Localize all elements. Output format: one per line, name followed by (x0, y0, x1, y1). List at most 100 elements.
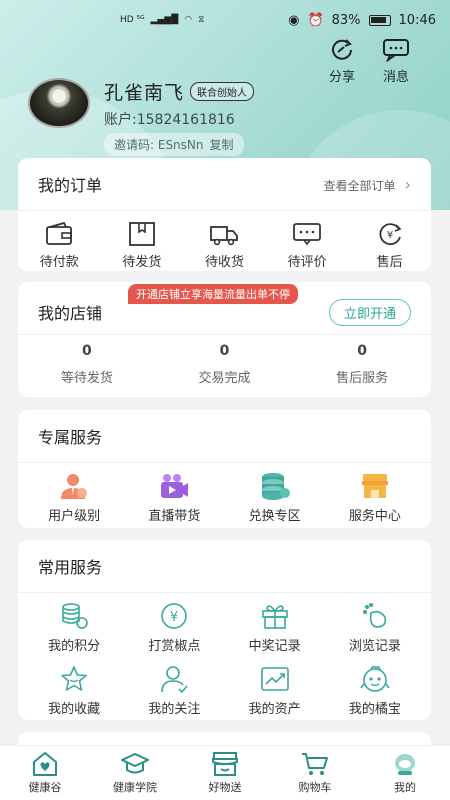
star-icon (61, 666, 87, 691)
coins-stack-icon (261, 473, 290, 500)
common-my-points[interactable]: 我的积分 (24, 601, 124, 654)
stat-value: 0 (81, 343, 92, 359)
cart-icon (302, 753, 328, 775)
common-my-favorites[interactable]: 我的收藏 (24, 664, 124, 717)
common-label: 我的积分 (48, 639, 101, 654)
stat-after-sales[interactable]: 0 售后服务 (307, 343, 417, 386)
nav-label: 我的 (394, 781, 416, 794)
common-label: 我的资产 (248, 702, 301, 717)
common-my-assets[interactable]: 我的资产 (225, 664, 325, 717)
signal-indicators: HD ⁵ᴳ ▂▄▆█ ◠ ⧖ (120, 15, 204, 25)
order-after-sales[interactable]: ¥ 售后 (355, 221, 425, 270)
shop-card: 开通店铺立享海量流量出单不停 我的店铺 立即开通 0 等待发货 0 交易完成 0… (18, 282, 431, 397)
stat-completed[interactable]: 0 交易完成 (169, 343, 279, 386)
order-pending-review[interactable]: 待评价 (272, 221, 342, 270)
message-button[interactable]: 消息 (382, 38, 410, 85)
order-pending-payment[interactable]: 待付款 (24, 221, 94, 270)
mascot-icon (360, 665, 390, 692)
share-label: 分享 (328, 70, 355, 85)
hourglass-icon: ⧖ (198, 15, 205, 25)
gift-icon (261, 605, 288, 629)
service-user-level[interactable]: 用户级别 (24, 471, 124, 524)
stat-value: 0 (357, 343, 368, 359)
common-label: 打赏椒点 (148, 639, 201, 654)
role-badge: 联合创始人 (190, 82, 255, 101)
avatar[interactable] (28, 78, 90, 128)
exclusive-title: 专属服务 (38, 428, 103, 447)
service-label: 用户级别 (48, 509, 101, 524)
service-exchange-zone[interactable]: 兑换专区 (225, 471, 325, 524)
user-level-icon (61, 474, 88, 499)
svg-text:¥: ¥ (170, 610, 178, 625)
invite-code: 邀请码: ESnsNn 复制 (104, 133, 244, 156)
refund-icon: ¥ (379, 223, 402, 246)
service-live-selling[interactable]: 直播带货 (124, 471, 224, 524)
common-title: 常用服务 (38, 558, 103, 577)
battery-percent: 83% (331, 12, 361, 28)
user-profile: 孔雀南飞 联合创始人 账户:15824161816 邀请码: ESnsNn 复制 (28, 78, 255, 156)
orders-title: 我的订单 (38, 176, 103, 195)
points-icon (62, 603, 88, 629)
order-label: 待收货 (204, 255, 244, 270)
stat-label: 交易完成 (198, 371, 251, 386)
user-name: 孔雀南飞 (104, 82, 185, 104)
store-icon (361, 474, 388, 498)
stat-label: 等待发货 (60, 371, 113, 386)
common-my-follows[interactable]: 我的关注 (124, 664, 224, 717)
wallet-icon (46, 221, 73, 245)
shop-title: 我的店铺 (38, 304, 103, 323)
signal-icon: ▂▄▆█ (150, 15, 179, 25)
share-button[interactable]: 分享 (328, 38, 356, 85)
svg-text:¥: ¥ (386, 230, 392, 241)
common-my-orange-treasure[interactable]: 我的橘宝 (325, 664, 425, 717)
common-label: 我的橘宝 (348, 702, 401, 717)
shop-icon (212, 752, 238, 776)
graduation-cap-icon (121, 753, 149, 774)
live-video-icon (161, 474, 189, 498)
common-services-card: 常用服务 我的积分 ¥ 打赏椒点 中奖记录 浏览记录 我的收藏 我的关注 我的资… (18, 540, 431, 720)
clock: 10:46 (398, 12, 436, 28)
service-center[interactable]: 服务中心 (325, 471, 425, 524)
shop-promo-tag: 开通店铺立享海量流量出单不停 (128, 284, 298, 304)
common-label: 我的收藏 (48, 702, 101, 717)
nav-label: 健康学院 (113, 781, 157, 794)
nav-health-valley[interactable]: 健康谷 (5, 751, 85, 795)
order-label: 待付款 (39, 255, 79, 270)
service-label: 服务中心 (348, 509, 401, 524)
comment-icon (293, 223, 321, 246)
stat-value: 0 (219, 343, 230, 359)
account-number: 账户:15824161816 (104, 112, 235, 128)
message-icon (383, 39, 409, 62)
common-tip-points[interactable]: ¥ 打赏椒点 (124, 601, 224, 654)
common-browse-history[interactable]: 浏览记录 (325, 601, 425, 654)
message-label: 消息 (382, 70, 409, 85)
bottom-navigation: 健康谷 健康学院 好物送 购物车 我的 (0, 745, 450, 800)
open-shop-button[interactable]: 立即开通 (328, 298, 411, 326)
network-badge: HD ⁵ᴳ (120, 15, 145, 25)
order-pending-shipment[interactable]: 待发货 (107, 221, 177, 270)
yen-coin-icon: ¥ (161, 603, 188, 629)
common-prize-records[interactable]: 中奖记录 (225, 601, 325, 654)
nav-good-deals[interactable]: 好物送 (185, 751, 265, 795)
exclusive-services-card: 专属服务 用户级别 直播带货 兑换专区 服务中心 (18, 410, 431, 528)
view-all-orders-link[interactable]: 查看全部订单 (324, 175, 412, 194)
common-label: 我的关注 (148, 702, 201, 717)
nav-health-academy[interactable]: 健康学院 (95, 751, 175, 795)
profile-mascot-icon (395, 754, 415, 775)
wifi-icon: ◠ (184, 15, 193, 25)
share-icon (332, 39, 352, 60)
battery-icon (368, 14, 391, 26)
truck-icon (210, 226, 239, 246)
order-pending-receipt[interactable]: 待收货 (189, 221, 259, 270)
stat-pending-shipment[interactable]: 0 等待发货 (32, 343, 142, 386)
copy-button[interactable]: 复制 (210, 136, 234, 153)
common-label: 浏览记录 (348, 639, 401, 654)
order-label: 待发货 (122, 255, 162, 270)
order-label: 售后 (376, 255, 403, 270)
invite-code-text: 邀请码: ESnsNn (114, 138, 204, 152)
nav-mine[interactable]: 我的 (365, 751, 445, 795)
order-label: 待评价 (287, 255, 327, 270)
stat-label: 售后服务 (336, 371, 389, 386)
service-label: 直播带货 (148, 509, 201, 524)
nav-cart[interactable]: 购物车 (275, 751, 355, 795)
